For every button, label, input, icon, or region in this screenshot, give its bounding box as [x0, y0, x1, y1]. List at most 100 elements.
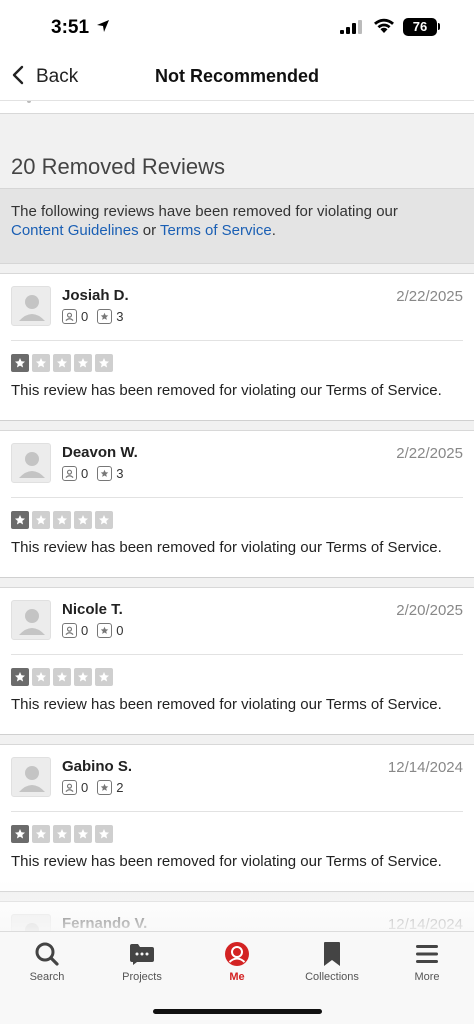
star-icon	[53, 354, 71, 372]
review-date: 2/20/2025	[396, 602, 463, 619]
review-card[interactable]: Gabino S. 12/14/2024 0 2 This review has bee…	[0, 745, 474, 892]
reviewer-stats: 00	[62, 623, 132, 638]
tab-label: More	[414, 971, 440, 983]
reviewer-stats: 03	[62, 466, 132, 481]
review-card[interactable]: Deavon W. 2/22/2025 0 3 This review has been…	[0, 431, 474, 578]
review-text: This review has been removed for violati…	[11, 853, 442, 870]
star-icon	[11, 825, 29, 843]
content-guidelines-link[interactable]: Content Guidelines	[11, 222, 139, 239]
review-card[interactable]: Josiah D. 2/22/2025 0 3 This review has been…	[0, 274, 474, 421]
friends-count: 0	[81, 309, 89, 324]
removed-reviews-count: 20 Removed Reviews	[11, 154, 225, 179]
star-icon	[11, 668, 29, 686]
friends-icon	[62, 780, 77, 795]
more-icon	[380, 940, 474, 968]
reviewer-name[interactable]: Josiah D.	[62, 287, 129, 304]
tab-label: Collections	[305, 971, 359, 983]
reviewer-stats: 03	[62, 309, 132, 324]
me-icon	[190, 940, 284, 968]
star-icon	[53, 825, 71, 843]
star-icon	[32, 511, 50, 529]
review-gap	[0, 578, 474, 588]
review-count: 0	[116, 623, 124, 638]
star-icon	[53, 511, 71, 529]
star-rating	[11, 511, 116, 529]
avatar[interactable]	[11, 286, 51, 326]
star-icon	[32, 825, 50, 843]
avatar[interactable]	[11, 443, 51, 483]
review-count-icon	[97, 466, 113, 481]
friends-count: 0	[81, 466, 89, 481]
terms-of-service-link[interactable]: Terms of Service	[160, 222, 272, 239]
star-icon	[74, 354, 92, 372]
friends-icon	[62, 309, 77, 324]
battery-tip	[438, 23, 440, 30]
review-count-icon	[97, 780, 113, 795]
review-list: Josiah D. 2/22/2025 0 3 This review has been…	[0, 274, 474, 931]
avatar[interactable]	[11, 914, 51, 931]
star-icon	[74, 668, 92, 686]
tab-me[interactable]: Me	[190, 940, 284, 983]
review-count-icon	[97, 309, 113, 324]
review-gap	[0, 735, 474, 745]
review-card[interactable]: Nicole T. 2/20/2025 0 0 This review has been…	[0, 588, 474, 735]
avatar[interactable]	[11, 757, 51, 797]
reviewer-name[interactable]: Gabino S.	[62, 758, 132, 775]
review-date: 2/22/2025	[396, 288, 463, 305]
section-header: 20 Removed Reviews	[0, 114, 474, 188]
tab-search[interactable]: Search	[0, 940, 94, 983]
star-rating	[11, 668, 116, 686]
reviewer-name[interactable]: Fernando V.	[62, 915, 147, 931]
status-time: 3:51	[51, 17, 90, 38]
star-icon	[95, 354, 113, 372]
content-scroll[interactable]: 20 Removed Reviews The following reviews…	[0, 101, 474, 931]
notice-text: The following reviews have been removed …	[11, 203, 398, 220]
avatar[interactable]	[11, 600, 51, 640]
search-icon	[0, 940, 94, 968]
review-text: This review has been removed for violati…	[11, 696, 442, 713]
friends-icon	[62, 623, 77, 638]
tab-label: Search	[29, 971, 65, 983]
star-icon	[32, 354, 50, 372]
divider	[11, 654, 463, 655]
notice-or: or	[138, 222, 160, 239]
star-icon	[74, 511, 92, 529]
review-gap	[0, 421, 474, 431]
tab-projects[interactable]: Projects	[95, 940, 189, 983]
tab-collections[interactable]: Collections	[285, 940, 379, 983]
star-icon	[74, 825, 92, 843]
tab-label: Me	[229, 971, 245, 983]
friends-count: 0	[81, 623, 89, 638]
star-icon	[95, 825, 113, 843]
divider	[11, 497, 463, 498]
tab-label: Projects	[122, 971, 162, 983]
review-text: This review has been removed for violati…	[11, 382, 442, 399]
divider	[11, 811, 463, 812]
reviewer-name[interactable]: Deavon W.	[62, 444, 138, 461]
review-date: 12/14/2024	[387, 759, 463, 776]
star-rating	[11, 825, 116, 843]
collections-icon	[285, 940, 379, 968]
previous-content-edge	[0, 101, 474, 114]
review-card[interactable]: Fernando V.12/14/202401	[0, 902, 474, 931]
reviewer-stats: 02	[62, 780, 132, 795]
tab-more[interactable]: More	[380, 940, 474, 983]
star-icon	[11, 511, 29, 529]
review-count-icon	[97, 623, 113, 638]
star-icon	[95, 668, 113, 686]
home-indicator	[153, 1009, 322, 1014]
status-bar: 3:51 76	[0, 0, 474, 54]
cellular-signal-icon	[340, 20, 364, 39]
section-gap	[0, 264, 474, 274]
star-rating	[11, 354, 116, 372]
wifi-icon	[373, 18, 395, 39]
nav-header: Back Not Recommended	[0, 54, 474, 101]
star-icon	[32, 668, 50, 686]
friends-icon	[62, 466, 77, 481]
review-count: 3	[116, 309, 124, 324]
reviewer-name[interactable]: Nicole T.	[62, 601, 123, 618]
location-arrow-icon	[96, 19, 110, 38]
review-count: 3	[116, 466, 124, 481]
page-title: Not Recommended	[154, 66, 320, 86]
star-icon	[95, 511, 113, 529]
